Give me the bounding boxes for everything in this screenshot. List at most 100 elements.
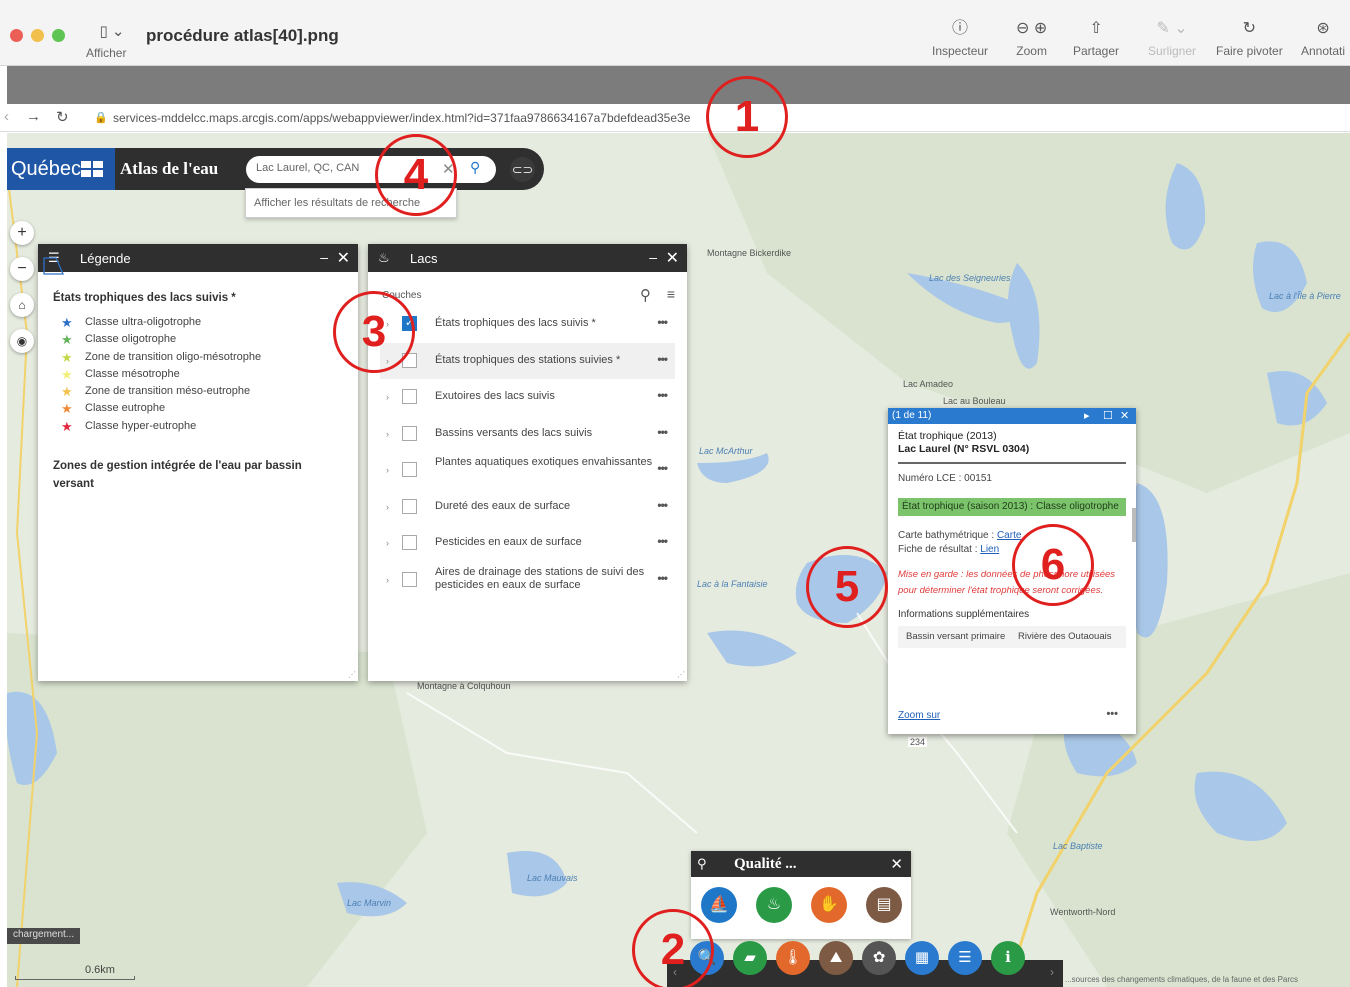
reload-icon[interactable]: ↻ <box>56 108 69 126</box>
close-icon[interactable]: ✕ <box>1120 409 1129 422</box>
forward-icon[interactable]: → <box>26 108 41 125</box>
sidebar-icon[interactable]: ▯ ⌄ <box>92 22 132 40</box>
layer-row[interactable]: › Bassins versants des lacs suivis ••• <box>380 416 675 453</box>
search-icon[interactable]: ⚲ <box>470 159 490 179</box>
url-field[interactable]: services-mddelcc.maps.arcgis.com/apps/we… <box>113 111 690 125</box>
layer-options-icon[interactable]: ••• <box>657 498 668 512</box>
plant-icon[interactable]: ✿ <box>862 941 896 975</box>
expand-chevron-icon[interactable]: › <box>386 538 389 548</box>
layer-row[interactable]: › Pesticides en eaux de surface ••• <box>380 525 675 562</box>
annotation-marker-3: 3 <box>333 291 415 373</box>
road-shield: 234 <box>908 737 928 747</box>
map-label: Lac des Seigneuries <box>929 273 1011 283</box>
link-icon[interactable]: ⊂⊃ <box>510 157 535 182</box>
zoom-in-button[interactable]: + <box>10 221 34 245</box>
annotation-marker-5: 5 <box>806 546 888 628</box>
highlight-button[interactable]: ✎ ⌄ Surligner <box>1148 18 1196 58</box>
expand-chevron-icon[interactable]: › <box>386 465 389 475</box>
expand-chevron-icon[interactable]: › <box>386 429 389 439</box>
lacs-panel: ♨ Lacs – ✕ Couches ⚲ ≡ ›États trophiques… <box>368 244 687 681</box>
rotate-button[interactable]: ↻ Faire pivoter <box>1216 18 1283 58</box>
list-icon[interactable]: ☰ <box>948 941 982 975</box>
basemap-icon[interactable]: ▰ <box>733 941 767 975</box>
dock-next-icon[interactable]: › <box>1050 965 1054 979</box>
carte-link[interactable]: Carte <box>997 530 1021 541</box>
layer-row[interactable]: › États trophiques des stations suivies *… <box>380 342 675 379</box>
close-icon[interactable]: ✕ <box>666 248 679 268</box>
layer-options-icon[interactable]: ••• <box>657 388 668 402</box>
annotate-button[interactable]: ⊛ Annotati <box>1301 18 1345 58</box>
lock-icon: 🔒 <box>94 112 108 124</box>
layer-checkbox[interactable] <box>402 425 417 441</box>
back-icon[interactable]: ‹ <box>4 108 9 125</box>
home-icon[interactable]: ⌂ <box>10 293 34 317</box>
zoom-icon: ⊖ ⊕ <box>1016 20 1048 37</box>
legend-heading-zones: Zones de gestion intégrée de l'eau par b… <box>53 460 302 491</box>
map-label: Wentworth-Nord <box>1050 907 1116 917</box>
layer-row[interactable]: › Exutoires des lacs suivis ••• <box>380 379 675 416</box>
search-icon[interactable]: ⚲ <box>640 286 651 304</box>
layer-options-icon[interactable]: ••• <box>657 425 668 439</box>
hand-water-icon[interactable]: ✋ <box>811 887 847 923</box>
preview-titlebar: ▯ ⌄ Afficher procédure atlas[40].png ⓘ I… <box>0 0 1350 66</box>
zoom-button[interactable]: ⊖ ⊕ Zoom <box>1016 18 1047 58</box>
layer-row[interactable]: › Dureté des eaux de surface ••• <box>380 489 675 526</box>
layer-checkbox[interactable] <box>402 498 417 514</box>
minimize-icon[interactable]: – <box>649 249 657 265</box>
popup-scrollbar[interactable] <box>1132 508 1136 542</box>
zoom-window-button[interactable] <box>52 29 65 42</box>
legend-item: ★ Classe hyper-eutrophe <box>61 418 197 434</box>
document-icon[interactable]: ▤ <box>866 887 902 923</box>
legend-heading: États trophiques des lacs suivis * <box>53 292 236 304</box>
qualite-widget: ⚲ Qualité ... ✕ ⛵ ♨ ✋ ▤ <box>691 851 911 939</box>
layer-options-icon[interactable]: ••• <box>657 534 668 548</box>
layer-checkbox[interactable] <box>402 462 417 477</box>
layer-checkbox[interactable] <box>402 389 417 404</box>
lake-icon[interactable]: ⛰ <box>819 941 853 975</box>
about-icon[interactable]: ℹ <box>991 941 1025 975</box>
zoom-to-link[interactable]: Zoom sur <box>898 710 940 721</box>
legend-item: ★ Classe mésotrophe <box>61 366 180 382</box>
share-button[interactable]: ⇧ Partager <box>1073 18 1119 58</box>
inspector-button[interactable]: ⓘ Inspecteur <box>932 18 988 58</box>
close-icon[interactable]: ✕ <box>337 248 350 268</box>
layer-options-icon[interactable]: ••• <box>657 315 668 329</box>
maximize-icon[interactable]: ☐ <box>1103 409 1113 422</box>
layer-options-icon[interactable]: ••• <box>657 352 668 366</box>
lacs-panel-header: ♨ Lacs – ✕ <box>368 244 687 272</box>
close-window-button[interactable] <box>10 29 23 42</box>
grid-icon[interactable]: ▦ <box>905 941 939 975</box>
info-icon: ⓘ <box>952 20 969 37</box>
layer-row[interactable]: ›États trophiques des lacs suivis *••• <box>380 306 675 343</box>
boat-icon[interactable]: ⛵ <box>701 887 737 923</box>
resize-grip[interactable]: ⋰ <box>348 670 356 679</box>
filter-icon[interactable]: ≡ <box>667 286 675 302</box>
minimize-window-button[interactable] <box>31 29 44 42</box>
quebec-logo[interactable]: Québec <box>7 148 115 190</box>
locate-icon[interactable]: ◉ <box>10 329 34 353</box>
minimize-icon[interactable]: – <box>320 249 328 265</box>
star-symbol-icon: ★ <box>61 384 73 400</box>
legend-panel: ☰ Légende – ✕ États trophiques des lacs … <box>38 244 358 681</box>
layer-row[interactable]: › Plantes aquatiques exotiques envahissan… <box>380 452 675 489</box>
next-feature-icon[interactable]: ▸ <box>1084 409 1090 422</box>
zoom-out-button[interactable]: − <box>10 257 34 281</box>
water-quality-icon[interactable]: ♨ <box>756 887 792 923</box>
expand-chevron-icon[interactable]: › <box>386 575 389 585</box>
layer-options-icon[interactable]: ••• <box>657 571 668 585</box>
map-view[interactable]: Montagne Bickerdike Lac des Seigneuries … <box>7 133 1350 987</box>
resize-grip[interactable]: ⋰ <box>677 670 685 679</box>
thermometer-icon[interactable]: 🌡 <box>776 941 810 975</box>
layer-row[interactable]: › Aires de drainage des stations de suivi… <box>380 562 675 599</box>
layer-checkbox[interactable] <box>402 571 417 587</box>
expand-chevron-icon[interactable]: › <box>386 392 389 402</box>
more-icon[interactable]: ••• <box>1106 708 1118 720</box>
fiche-link[interactable]: Lien <box>980 544 999 555</box>
lacs-title: Lacs <box>410 251 438 266</box>
expand-chevron-icon[interactable]: › <box>386 502 389 512</box>
map-label: Lac Amadeo <box>903 379 954 389</box>
layer-label: Aires de drainage des stations de suivi … <box>435 565 645 591</box>
layer-checkbox[interactable] <box>402 535 417 550</box>
layer-options-icon[interactable]: ••• <box>657 461 668 475</box>
close-icon[interactable]: ✕ <box>890 855 903 873</box>
